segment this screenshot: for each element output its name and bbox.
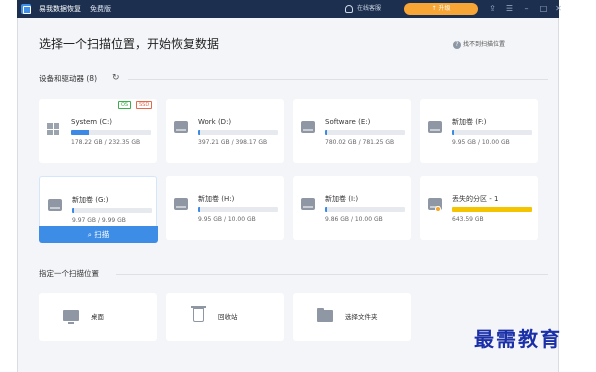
usage-bar-fill xyxy=(452,207,532,212)
minimize-icon[interactable]: – xyxy=(522,4,531,13)
drive-size: 9.95 GB / 10.00 GB xyxy=(198,216,256,223)
scan-label: 扫描 xyxy=(94,230,110,239)
usage-bar-fill xyxy=(325,207,328,212)
usage-bar xyxy=(452,207,532,212)
warning-dot-icon xyxy=(435,206,441,212)
drive-size: 9.97 GB / 9.99 GB xyxy=(72,217,126,224)
usage-bar xyxy=(198,130,278,135)
location-label: 桌面 xyxy=(91,313,104,321)
usage-bar xyxy=(72,208,152,213)
support-link[interactable]: 在线客服 xyxy=(357,4,381,14)
headset-icon[interactable] xyxy=(345,5,353,13)
drive-icon xyxy=(301,121,315,133)
location-folder[interactable]: 选择文件夹 xyxy=(293,293,411,341)
ssd-badge: SSD xyxy=(136,101,153,109)
drive-card-d[interactable]: Work (D:) 397.21 GB / 398.17 GB xyxy=(166,99,284,163)
drive-card-f[interactable]: 新加卷 (F:) 9.95 GB / 10.00 GB xyxy=(420,99,538,163)
drive-icon xyxy=(48,199,62,211)
usage-bar-fill xyxy=(198,207,201,212)
refresh-icon[interactable]: ↻ xyxy=(112,73,120,83)
lost-partition-card[interactable]: 丢失的分区 - 1 643.59 GB xyxy=(420,176,538,240)
drive-name: Software (E:) xyxy=(325,118,371,126)
locations-section-title: 指定一个扫描位置 xyxy=(39,269,99,278)
page-title: 选择一个扫描位置，开始恢复数据 xyxy=(39,37,220,51)
os-badge: OS xyxy=(118,101,132,109)
close-icon[interactable]: ✕ xyxy=(554,4,563,13)
help-icon[interactable]: ? xyxy=(453,41,461,49)
drive-size: 178.22 GB / 232.35 GB xyxy=(71,139,141,146)
main-panel: 选择一个扫描位置，开始恢复数据 ? 找不到扫描位置 设备和驱动器 (8) ↻ O… xyxy=(17,18,559,372)
section-divider xyxy=(128,79,548,80)
drive-size: 9.95 GB / 10.00 GB xyxy=(452,139,510,146)
usage-bar xyxy=(325,207,405,212)
location-recycle-bin[interactable]: 回收站 xyxy=(166,293,284,341)
drive-name: 新加卷 (G:) xyxy=(72,196,109,204)
devices-section-title: 设备和驱动器 (8) xyxy=(39,74,98,83)
location-label: 选择文件夹 xyxy=(345,313,378,321)
recycle-bin-icon xyxy=(191,306,206,322)
drive-card-c[interactable]: OS SSD System (C:) 178.22 GB / 232.35 GB xyxy=(39,99,157,163)
app-edition: 免费版 xyxy=(90,5,111,13)
drive-icon xyxy=(301,198,315,210)
drive-icon xyxy=(428,121,442,133)
drive-name: 新加卷 (F:) xyxy=(452,118,487,126)
usage-bar-fill xyxy=(198,130,201,135)
export-icon[interactable]: ⇪ xyxy=(488,4,497,13)
section-divider xyxy=(116,274,548,275)
usage-bar-fill xyxy=(452,130,455,135)
app-logo-icon xyxy=(21,4,31,14)
drive-card-g[interactable]: 新加卷 (G:) 9.97 GB / 9.99 GB ⌕ 扫描 xyxy=(39,176,158,243)
watermark: 最需教育 xyxy=(474,327,562,351)
usage-bar xyxy=(198,207,278,212)
drive-icon xyxy=(174,198,188,210)
windows-icon xyxy=(47,123,59,135)
drive-name: Work (D:) xyxy=(198,118,232,126)
app-name: 易我数据恢复 xyxy=(39,5,81,13)
location-desktop[interactable]: 桌面 xyxy=(39,293,157,341)
drive-name: 新加卷 (I:) xyxy=(325,195,359,203)
desktop-icon xyxy=(63,310,79,324)
scan-button[interactable]: ⌕ 扫描 xyxy=(39,226,158,243)
usage-bar xyxy=(71,130,151,135)
drive-size: 397.21 GB / 398.17 GB xyxy=(198,139,268,146)
drive-card-i[interactable]: 新加卷 (I:) 9.86 GB / 10.00 GB xyxy=(293,176,411,240)
usage-bar-fill xyxy=(325,130,328,135)
drive-size: 780.02 GB / 781.25 GB xyxy=(325,139,395,146)
drive-name: System (C:) xyxy=(71,118,113,126)
help-link[interactable]: 找不到扫描位置 xyxy=(463,41,505,49)
drive-size: 9.86 GB / 10.00 GB xyxy=(325,216,383,223)
folder-icon xyxy=(317,308,333,322)
maximize-icon[interactable]: □ xyxy=(539,4,548,13)
drive-card-h[interactable]: 新加卷 (H:) 9.95 GB / 10.00 GB xyxy=(166,176,284,240)
menu-icon[interactable]: ☰ xyxy=(505,4,514,13)
drive-icon xyxy=(174,121,188,133)
drive-size: 643.59 GB xyxy=(452,216,484,223)
usage-bar xyxy=(452,130,532,135)
usage-bar-fill xyxy=(71,130,90,135)
upgrade-button[interactable]: ↑ 升级 xyxy=(404,3,478,15)
drive-card-e[interactable]: Software (E:) 780.02 GB / 781.25 GB xyxy=(293,99,411,163)
usage-bar-fill xyxy=(72,208,75,213)
title-bar: 易我数据恢复 免费版 在线客服 ↑ 升级 ⇪ ☰ – □ ✕ xyxy=(17,0,562,18)
drive-name: 丢失的分区 - 1 xyxy=(452,195,499,203)
location-label: 回收站 xyxy=(218,313,238,321)
usage-bar xyxy=(325,130,405,135)
drive-name: 新加卷 (H:) xyxy=(198,195,235,203)
